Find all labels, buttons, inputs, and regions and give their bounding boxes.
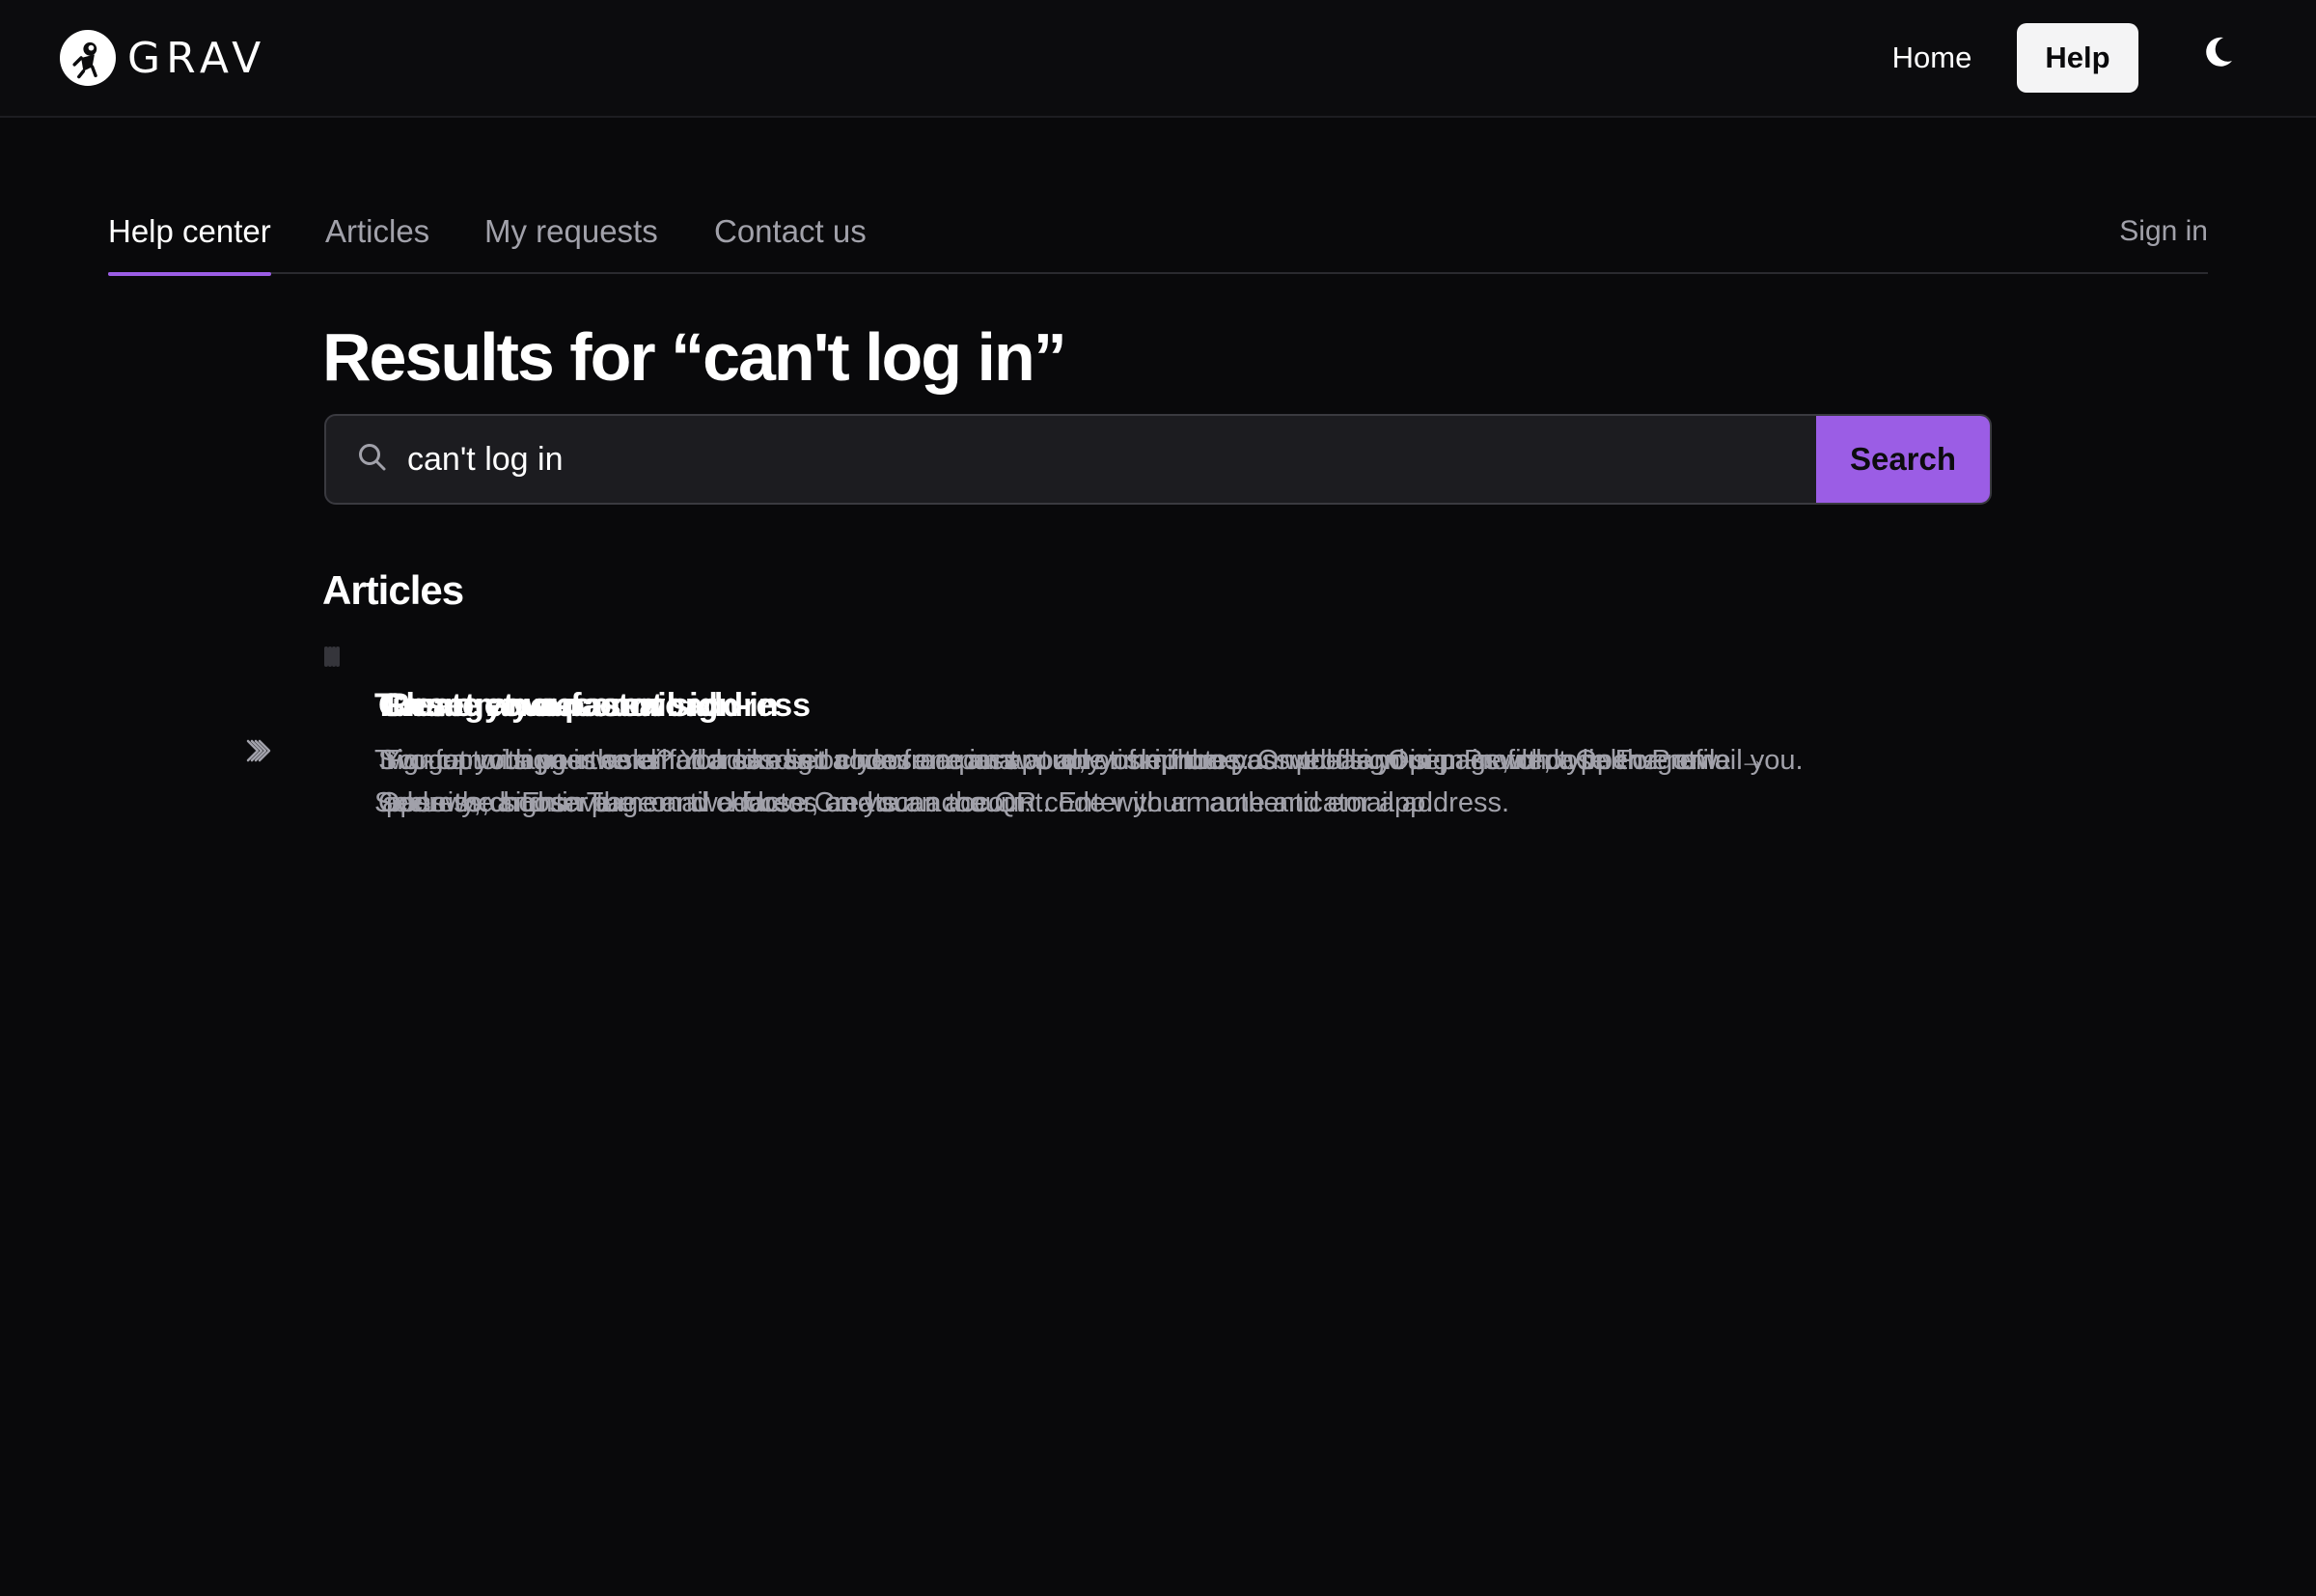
- help-center-nav: Help center Articles My requests Contact…: [108, 189, 2208, 276]
- search-icon: [355, 440, 390, 480]
- logo-wordmark: GRAV: [127, 33, 267, 83]
- tab-my-requests[interactable]: My requests: [484, 189, 658, 274]
- astronaut-logo-icon: [60, 30, 116, 86]
- search-field: [326, 416, 1816, 503]
- search-input[interactable]: [390, 416, 1816, 503]
- page-title: Results for “can't log in”: [322, 319, 1067, 395]
- top-bar: GRAV Home Help: [0, 0, 2316, 118]
- sign-in-link[interactable]: Sign in: [2119, 189, 2208, 274]
- logo-link[interactable]: GRAV: [60, 29, 266, 87]
- tab-help-center[interactable]: Help center: [108, 189, 271, 276]
- chevron-right-icon: [247, 733, 282, 768]
- article-description: Forgot your password? You can set a new …: [386, 745, 1696, 818]
- nav-help-button[interactable]: Help: [2017, 23, 2138, 93]
- article-title: Reset your password: [386, 687, 718, 724]
- moon-icon[interactable]: [2198, 33, 2237, 71]
- tab-contact-us[interactable]: Contact us: [714, 189, 867, 274]
- articles-section-heading: Articles: [322, 567, 464, 613]
- article-results-list: Turn on two-factor sign-in Two-factor si…: [246, 647, 1992, 818]
- search-form: Search: [324, 414, 1992, 505]
- search-button[interactable]: Search: [1816, 416, 1990, 503]
- article-card[interactable]: Reset your password Forgot your password…: [258, 647, 1696, 818]
- nav-home-link[interactable]: Home: [1872, 23, 1992, 93]
- tab-articles[interactable]: Articles: [325, 189, 429, 274]
